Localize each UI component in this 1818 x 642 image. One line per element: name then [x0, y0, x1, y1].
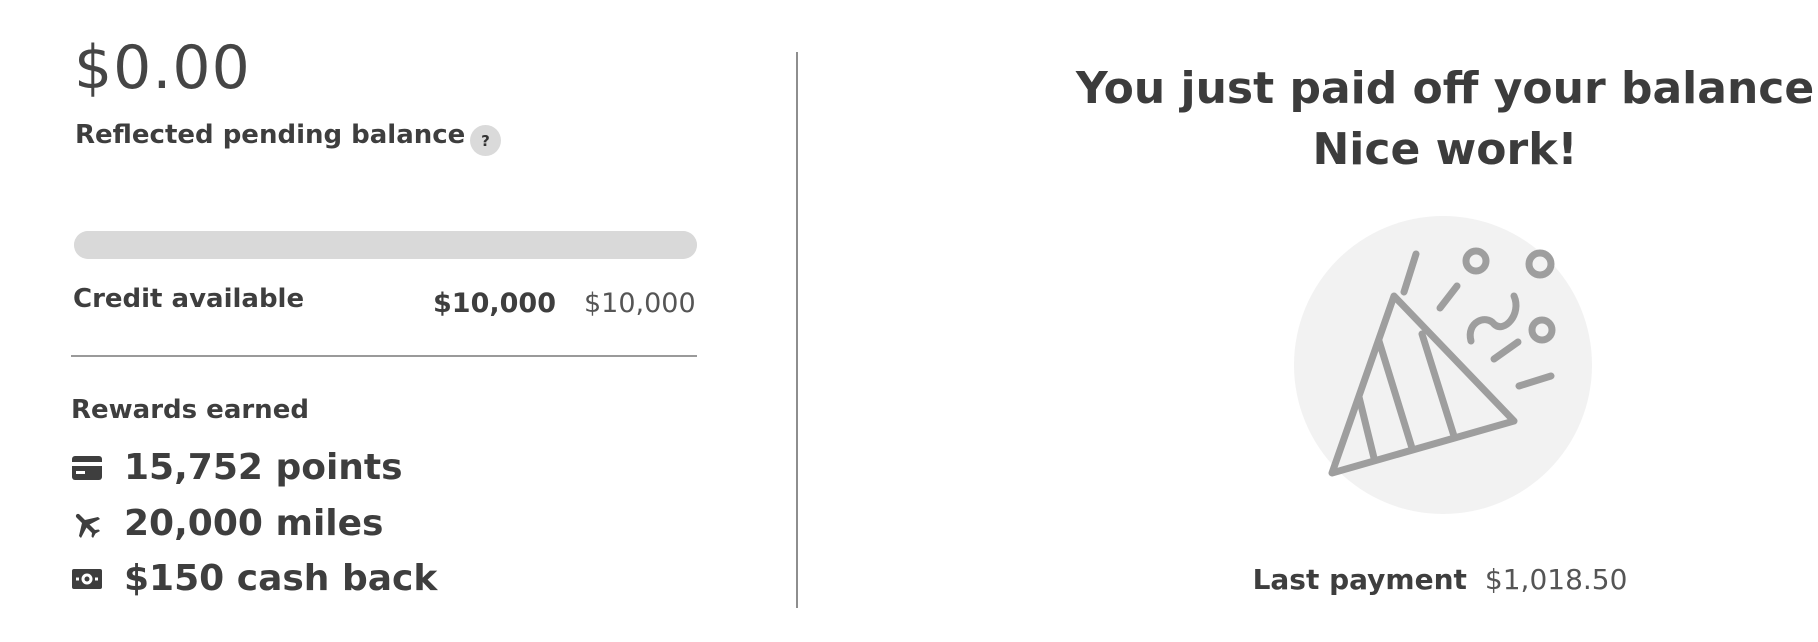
headline-line-2: Nice work!	[1312, 124, 1578, 175]
reward-miles-text: 20,000 miles	[124, 503, 384, 544]
credit-usage-bar-fill	[74, 231, 697, 259]
reward-cash-text: $150 cash back	[124, 558, 438, 599]
pending-balance-label: Reflected pending balance	[75, 120, 466, 150]
panel-divider	[796, 52, 798, 608]
celebration-headline: You just paid off your balance Nice work…	[1040, 58, 1818, 180]
section-divider	[71, 355, 697, 357]
airplane-icon	[70, 507, 104, 541]
reward-item-miles: 20,000 miles	[70, 502, 384, 546]
credit-limit-amount: $10,000	[584, 288, 696, 319]
reward-item-cash: $150 cash back	[70, 557, 437, 601]
reward-points-text: 15,752 points	[124, 447, 403, 488]
rewards-heading: Rewards earned	[71, 395, 309, 425]
balance-amount: $0.00	[74, 33, 251, 103]
reward-item-points: 15,752 points	[70, 446, 403, 490]
party-popper-icon	[1294, 216, 1592, 514]
question-mark-icon: ?	[481, 131, 490, 150]
last-payment: Last payment $1,018.50	[1150, 566, 1730, 594]
help-button[interactable]: ?	[470, 125, 501, 156]
last-payment-label: Last payment	[1252, 563, 1467, 596]
credit-usage-bar	[74, 231, 697, 259]
headline-line-1: You just paid off your balance	[1075, 63, 1815, 114]
credit-available-amount: $10,000	[433, 288, 556, 319]
last-payment-amount: $1,018.50	[1484, 563, 1628, 596]
credit-card-icon	[70, 451, 104, 485]
credit-available-label: Credit available	[73, 284, 305, 314]
cash-icon	[70, 562, 104, 596]
